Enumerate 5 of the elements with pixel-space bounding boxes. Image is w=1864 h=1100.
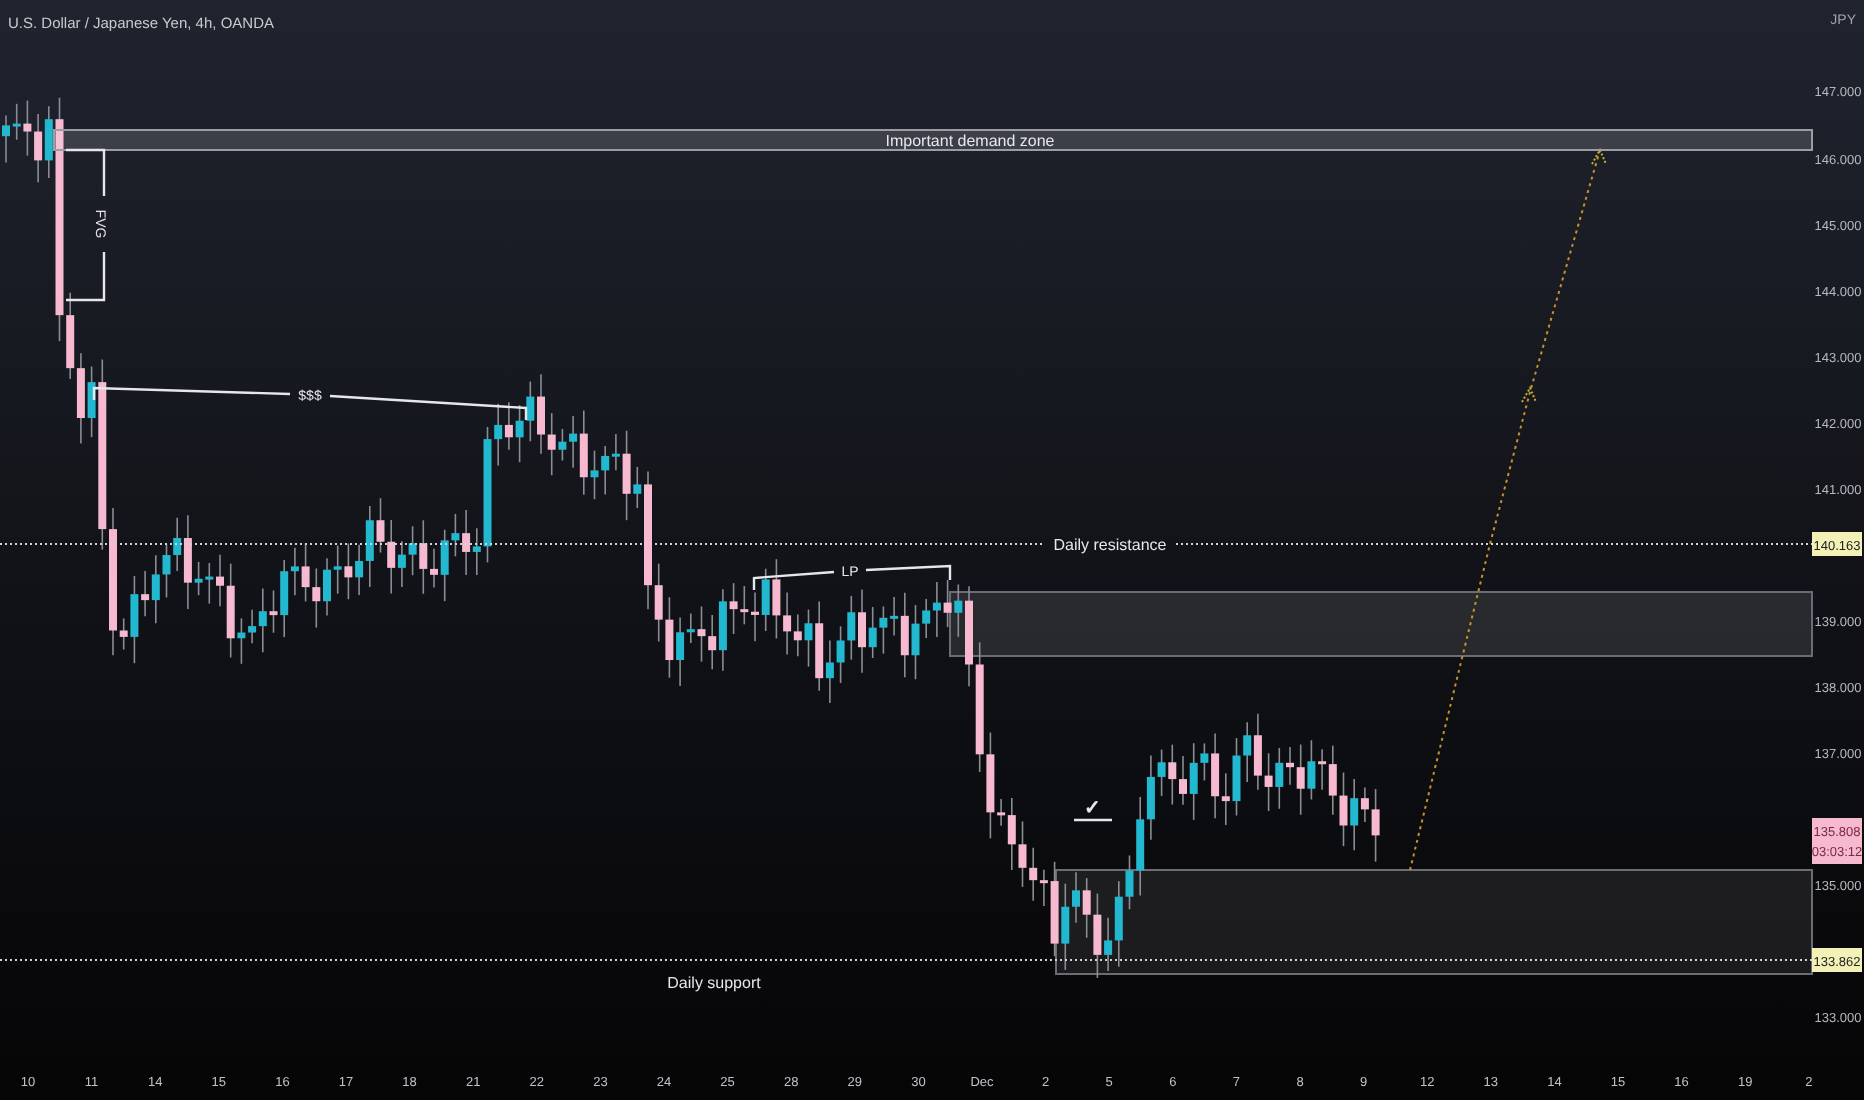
check-line	[1074, 818, 1112, 822]
zone-label: Important demand zone	[885, 132, 1055, 150]
check-mark: ✓	[1084, 798, 1100, 820]
resistance-label: Daily resistance	[1053, 536, 1167, 554]
support-label: Daily support	[667, 974, 761, 992]
